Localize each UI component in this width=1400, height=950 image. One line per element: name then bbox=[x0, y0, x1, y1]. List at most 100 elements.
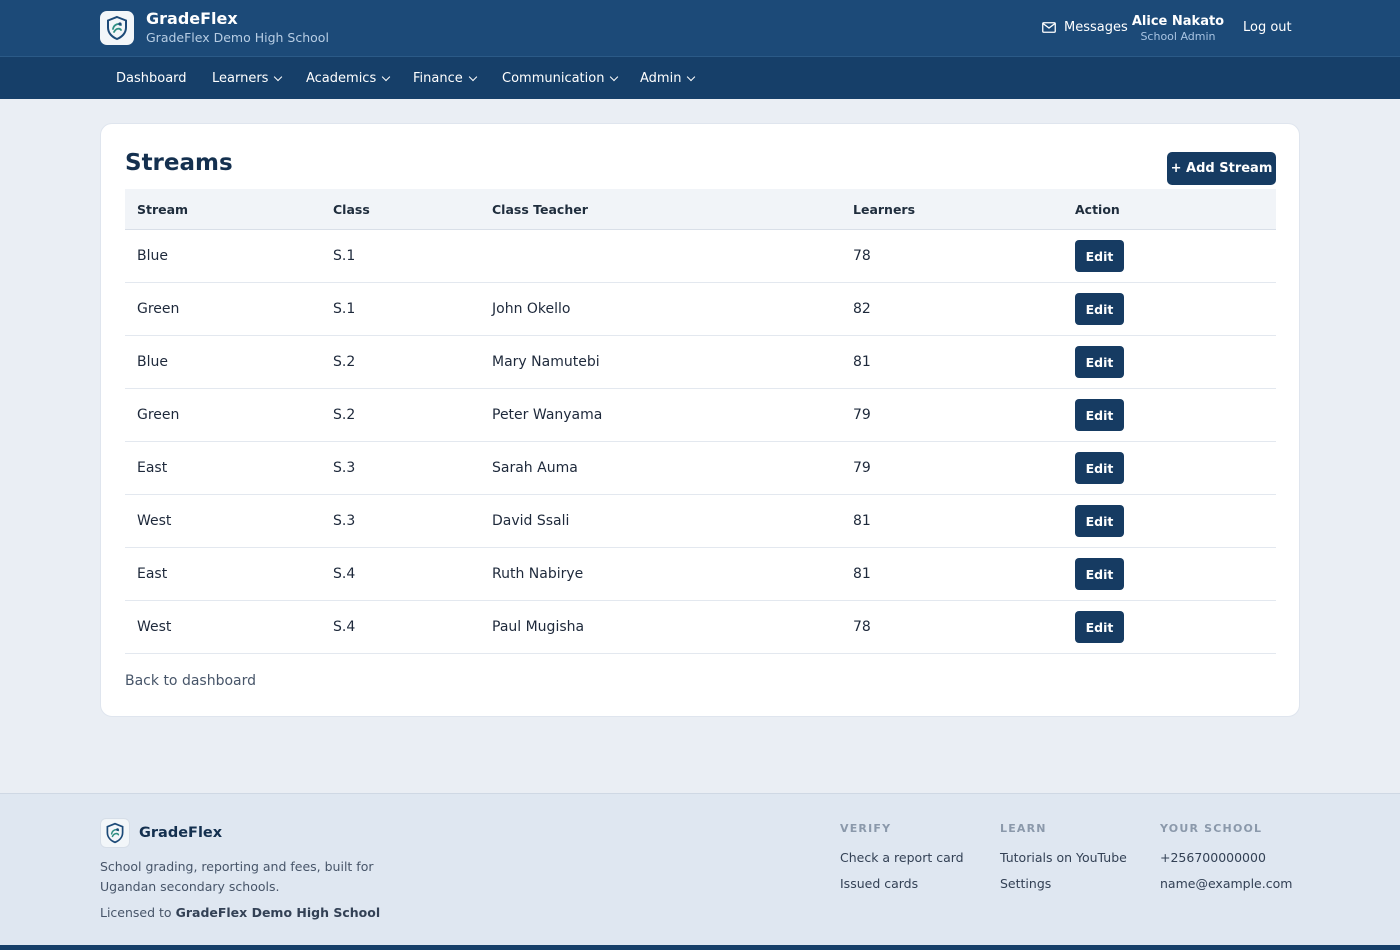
streams-table: Stream Class Class Teacher Learners Acti… bbox=[125, 189, 1276, 654]
messages-link[interactable]: Messages bbox=[1042, 20, 1128, 35]
nav-label: Academics bbox=[306, 71, 377, 86]
cell-class-teacher: Sarah Auma bbox=[492, 460, 578, 476]
footer: GradeFlex School grading, reporting and … bbox=[0, 793, 1400, 950]
cell-learners: 81 bbox=[853, 566, 871, 582]
table-row: East S.4 Ruth Nabirye 81 Edit bbox=[125, 548, 1276, 601]
footer-heading-verify: VERIFY bbox=[840, 822, 892, 835]
chevron-down-icon bbox=[610, 72, 619, 81]
cell-class: S.4 bbox=[333, 566, 356, 582]
cell-class: S.2 bbox=[333, 407, 356, 423]
nav-label: Communication bbox=[502, 71, 605, 86]
cell-stream: West bbox=[137, 619, 172, 635]
cell-class: S.2 bbox=[333, 354, 356, 370]
cell-learners: 82 bbox=[853, 301, 871, 317]
table-header: Stream Class Class Teacher Learners Acti… bbox=[125, 189, 1276, 230]
nav-academics[interactable]: Academics bbox=[306, 71, 391, 86]
cell-stream: West bbox=[137, 513, 172, 529]
nav-communication[interactable]: Communication bbox=[502, 71, 619, 86]
license-prefix: Licensed to bbox=[100, 905, 172, 920]
footer-link-check-report-card[interactable]: Check a report card bbox=[840, 850, 964, 865]
edit-button[interactable]: Edit bbox=[1075, 293, 1124, 325]
cell-class-teacher: David Ssali bbox=[492, 513, 570, 529]
cell-stream: East bbox=[137, 566, 168, 582]
cell-class: S.4 bbox=[333, 619, 356, 635]
table-row: Green S.1 John Okello 82 Edit bbox=[125, 283, 1276, 336]
nav-label: Dashboard bbox=[116, 71, 187, 86]
cell-class-teacher: Paul Mugisha bbox=[492, 619, 585, 635]
footer-logo bbox=[100, 818, 130, 848]
edit-button[interactable]: Edit bbox=[1075, 558, 1124, 590]
cell-stream: Blue bbox=[137, 354, 168, 370]
table-row: Blue S.1 78 Edit bbox=[125, 230, 1276, 283]
cell-learners: 81 bbox=[853, 354, 871, 370]
footer-license: Licensed to GradeFlex Demo High School bbox=[100, 905, 380, 920]
table-row: East S.3 Sarah Auma 79 Edit bbox=[125, 442, 1276, 495]
cell-learners: 81 bbox=[853, 513, 871, 529]
license-school: GradeFlex Demo High School bbox=[175, 905, 381, 920]
envelope-icon bbox=[1042, 22, 1056, 33]
footer-heading-your-school: YOUR SCHOOL bbox=[1160, 822, 1263, 835]
cell-class: S.1 bbox=[333, 301, 356, 317]
page-title: Streams bbox=[125, 150, 233, 176]
chevron-down-icon bbox=[274, 72, 283, 81]
cell-class: S.3 bbox=[333, 460, 356, 476]
brand-logo[interactable] bbox=[100, 11, 134, 45]
column-header-teacher: Class Teacher bbox=[492, 202, 588, 217]
column-header-learners: Learners bbox=[853, 202, 916, 217]
footer-link-issued-cards[interactable]: Issued cards bbox=[840, 876, 918, 891]
edit-button[interactable]: Edit bbox=[1075, 452, 1124, 484]
cell-class-teacher: Ruth Nabirye bbox=[492, 566, 584, 582]
nav-finance[interactable]: Finance bbox=[413, 71, 477, 86]
brand-name[interactable]: GradeFlex bbox=[146, 9, 238, 28]
cell-stream: Green bbox=[137, 301, 180, 317]
cell-stream: East bbox=[137, 460, 168, 476]
footer-tagline: School grading, reporting and fees, buil… bbox=[100, 859, 374, 894]
back-to-dashboard-link[interactable]: Back to dashboard bbox=[125, 673, 256, 689]
add-stream-button[interactable]: + Add Stream bbox=[1167, 152, 1276, 185]
column-header-class: Class bbox=[333, 202, 370, 217]
column-header-action: Action bbox=[1075, 202, 1120, 217]
footer-email[interactable]: name@example.com bbox=[1160, 876, 1292, 891]
chevron-down-icon bbox=[381, 72, 391, 81]
nav-learners[interactable]: Learners bbox=[212, 71, 283, 86]
nav-dashboard[interactable]: Dashboard bbox=[116, 71, 187, 86]
column-header-stream: Stream bbox=[137, 202, 189, 217]
cell-learners: 78 bbox=[853, 619, 871, 635]
edit-button[interactable]: Edit bbox=[1075, 611, 1124, 643]
main-nav: Dashboard Learners Academics Finance Com… bbox=[0, 56, 1400, 99]
user-name: Alice Nakato bbox=[1131, 14, 1225, 29]
cell-class-teacher: Mary Namutebi bbox=[492, 354, 600, 370]
edit-button[interactable]: Edit bbox=[1075, 399, 1124, 431]
table-body: Blue S.1 78 Edit Green S.1 John Okello 82 Edit Bl… bbox=[125, 230, 1276, 654]
edit-button[interactable]: Edit bbox=[1075, 505, 1124, 537]
table-row: West S.4 Paul Mugisha 78 Edit bbox=[125, 601, 1276, 654]
school-name: GradeFlex Demo High School bbox=[146, 30, 329, 45]
footer-heading-learn: LEARN bbox=[1000, 822, 1047, 835]
logout-link[interactable]: Log out bbox=[1243, 20, 1292, 35]
cell-class: S.1 bbox=[333, 248, 356, 264]
edit-button[interactable]: Edit bbox=[1075, 346, 1124, 378]
table-row: West S.3 David Ssali 81 Edit bbox=[125, 495, 1276, 548]
cell-learners: 78 bbox=[853, 248, 871, 264]
cell-stream: Green bbox=[137, 407, 180, 423]
user-role: School Admin bbox=[1140, 30, 1216, 43]
footer-bottom-bar bbox=[0, 945, 1400, 950]
cell-class-teacher: Peter Wanyama bbox=[492, 407, 603, 423]
streams-card: Streams + Add Stream Stream Class Class … bbox=[100, 123, 1300, 717]
shield-logo-icon bbox=[106, 822, 124, 844]
footer-brand: GradeFlex bbox=[139, 825, 223, 841]
nav-label: Admin bbox=[640, 71, 682, 86]
table-row: Green S.2 Peter Wanyama 79 Edit bbox=[125, 389, 1276, 442]
nav-admin[interactable]: Admin bbox=[640, 71, 696, 86]
chevron-down-icon bbox=[468, 72, 477, 81]
messages-label: Messages bbox=[1064, 20, 1128, 35]
nav-label: Learners bbox=[212, 71, 269, 86]
edit-button[interactable]: Edit bbox=[1075, 240, 1124, 272]
cell-stream: Blue bbox=[137, 248, 168, 264]
chevron-down-icon bbox=[687, 72, 696, 81]
cell-class: S.3 bbox=[333, 513, 356, 529]
top-header: GradeFlex GradeFlex Demo High School Mes… bbox=[0, 0, 1400, 56]
footer-link-settings[interactable]: Settings bbox=[1000, 876, 1051, 891]
footer-phone[interactable]: +256700000000 bbox=[1160, 850, 1266, 865]
footer-link-tutorials[interactable]: Tutorials on YouTube bbox=[1000, 850, 1127, 865]
